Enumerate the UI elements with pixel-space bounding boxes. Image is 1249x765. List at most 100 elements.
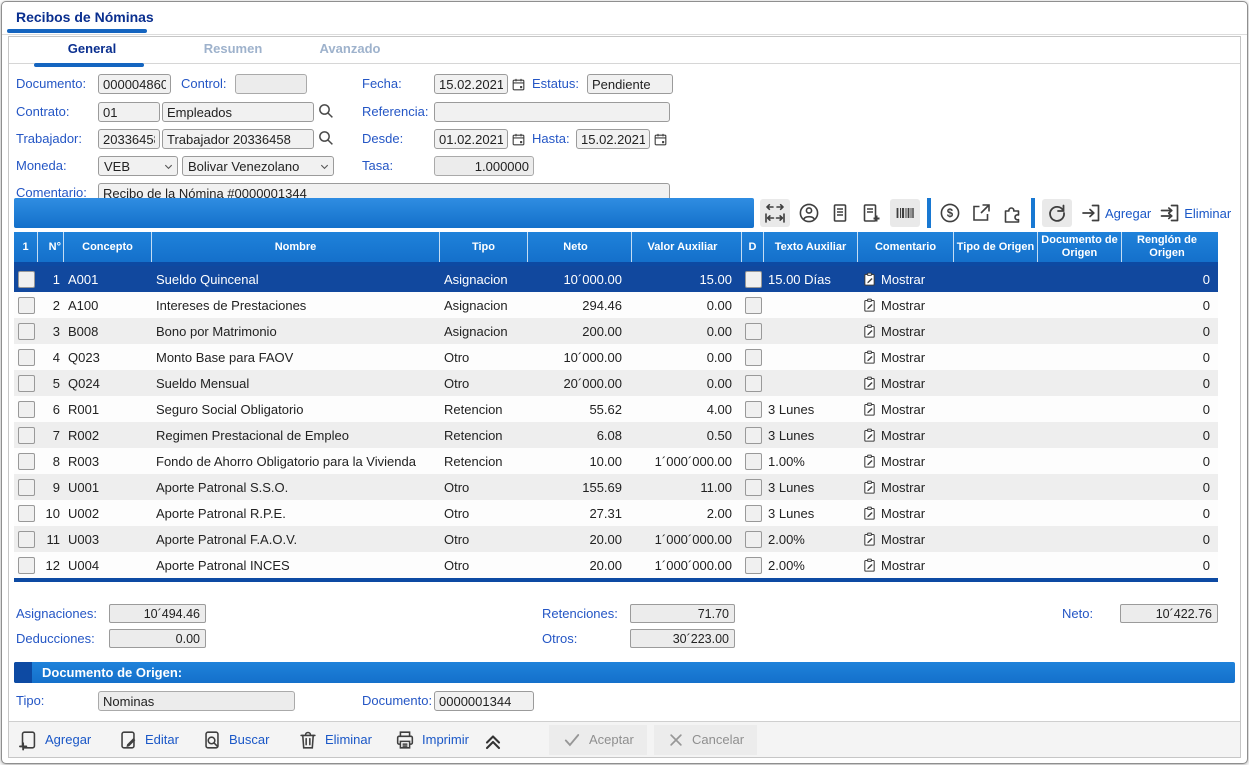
trabajador-code-field[interactable] [98,129,160,149]
d-checkbox[interactable] [745,505,762,522]
tasa-field[interactable] [434,156,534,176]
refresh-icon[interactable] [1042,199,1072,227]
table-row[interactable]: 3B008Bono por MatrimonioAsignacion200.00… [14,318,1218,344]
mostrar-link[interactable]: Mostrar [881,350,925,365]
row-select-checkbox[interactable] [18,401,35,418]
col-header-comentario[interactable]: Comentario [858,232,954,262]
col-header-neto[interactable]: Neto [528,232,632,262]
col-header-n[interactable]: N° [38,232,64,262]
eliminar-button[interactable]: Eliminar [297,722,372,757]
external-link-icon[interactable] [969,201,993,225]
row-select-checkbox[interactable] [18,557,35,574]
row-select-checkbox[interactable] [18,297,35,314]
fecha-field[interactable] [434,74,508,94]
referencia-field[interactable] [434,102,670,122]
collapse-button[interactable] [481,722,505,757]
origen-documento-field[interactable] [434,691,534,711]
col-header-renglon-origen[interactable]: Renglón de Origen [1122,232,1218,262]
table-row[interactable]: 2A100Intereses de PrestacionesAsignacion… [14,292,1218,318]
d-checkbox[interactable] [745,297,762,314]
table-row[interactable]: 11U003Aporte Patronal F.A.O.V.Otro20.001… [14,526,1218,552]
origen-tipo-field[interactable] [98,691,295,711]
worker-icon[interactable] [797,201,821,225]
d-checkbox[interactable] [745,479,762,496]
agregar-button[interactable]: Agregar [17,722,91,757]
desde-field[interactable] [434,129,508,149]
mostrar-link[interactable]: Mostrar [881,454,925,469]
table-row[interactable]: 10U002Aporte Patronal R.P.E.Otro27.312.0… [14,500,1218,526]
mostrar-link[interactable]: Mostrar [881,506,925,521]
tab-avanzado[interactable]: Avanzado [295,41,405,56]
col-header-select[interactable]: 1 [14,232,38,262]
contrato-name-field[interactable] [162,102,314,122]
hasta-field[interactable] [576,129,650,149]
d-checkbox[interactable] [745,375,762,392]
col-header-nombre[interactable]: Nombre [152,232,440,262]
mostrar-link[interactable]: Mostrar [881,428,925,443]
col-header-d[interactable]: D [742,232,764,262]
mostrar-link[interactable]: Mostrar [881,376,925,391]
d-checkbox[interactable] [745,557,762,574]
d-checkbox[interactable] [745,453,762,470]
table-row[interactable]: 8R003Fondo de Ahorro Obligatorio para la… [14,448,1218,474]
fecha-calendar-icon[interactable] [511,76,526,92]
table-row[interactable]: 9U001Aporte Patronal S.S.O.Otro155.6911.… [14,474,1218,500]
estatus-field[interactable] [587,74,673,94]
table-row[interactable]: 6R001Seguro Social ObligatorioRetencion5… [14,396,1218,422]
grid-add-button[interactable]: Agregar [1079,201,1151,225]
row-select-checkbox[interactable] [18,479,35,496]
mostrar-link[interactable]: Mostrar [881,480,925,495]
col-header-tipo[interactable]: Tipo [440,232,528,262]
mostrar-link[interactable]: Mostrar [881,402,925,417]
row-select-checkbox[interactable] [18,427,35,444]
plugin-icon[interactable] [1000,201,1024,225]
d-checkbox[interactable] [745,271,762,288]
document-icon[interactable] [828,201,852,225]
contrato-code-field[interactable] [98,102,160,122]
control-field[interactable] [235,74,307,94]
fit-columns-icon[interactable] [760,199,790,227]
hasta-calendar-icon[interactable] [653,131,668,147]
row-select-checkbox[interactable] [18,349,35,366]
table-row[interactable]: 12U004Aporte Patronal INCESOtro20.001´00… [14,552,1218,578]
moneda-name-select[interactable]: Bolivar Venezolano [182,156,334,176]
trabajador-name-field[interactable] [162,129,314,149]
d-checkbox[interactable] [745,401,762,418]
mostrar-link[interactable]: Mostrar [881,298,925,313]
mostrar-link[interactable]: Mostrar [881,532,925,547]
tab-general[interactable]: General [37,41,147,56]
desde-calendar-icon[interactable] [511,131,526,147]
row-select-checkbox[interactable] [18,375,35,392]
barcode-icon[interactable] [890,199,920,227]
tab-resumen[interactable]: Resumen [178,41,288,56]
d-checkbox[interactable] [745,531,762,548]
buscar-button[interactable]: Buscar [201,722,269,757]
row-select-checkbox[interactable] [18,323,35,340]
row-select-checkbox[interactable] [18,453,35,470]
grid-delete-button[interactable]: Eliminar [1158,201,1231,225]
row-select-checkbox[interactable] [18,505,35,522]
aceptar-button[interactable]: Aceptar [549,722,647,757]
table-row[interactable]: 1A001Sueldo QuincenalAsignacion10´000.00… [14,266,1218,292]
d-checkbox[interactable] [745,427,762,444]
col-header-tipo-origen[interactable]: Tipo de Origen [954,232,1038,262]
contrato-search-icon[interactable] [317,102,335,120]
col-header-documento-origen[interactable]: Documento de Origen [1038,232,1122,262]
documento-field[interactable] [98,74,171,94]
table-row[interactable]: 4Q023Monto Base para FAOVOtro10´000.000.… [14,344,1218,370]
mostrar-link[interactable]: Mostrar [881,272,925,287]
moneda-code-select[interactable]: VEB [98,156,178,176]
row-select-checkbox[interactable] [18,531,35,548]
col-header-concepto[interactable]: Concepto [64,232,152,262]
d-checkbox[interactable] [745,323,762,340]
editar-button[interactable]: Editar [117,722,179,757]
col-header-valor-auxiliar[interactable]: Valor Auxiliar [632,232,742,262]
document-add-icon[interactable] [859,201,883,225]
row-select-checkbox[interactable] [18,271,35,288]
mostrar-link[interactable]: Mostrar [881,558,925,573]
currency-icon[interactable]: $ [938,201,962,225]
d-checkbox[interactable] [745,349,762,366]
table-row[interactable]: 5Q024Sueldo MensualOtro20´000.000.00Most… [14,370,1218,396]
table-row[interactable]: 7R002Regimen Prestacional de EmpleoReten… [14,422,1218,448]
mostrar-link[interactable]: Mostrar [881,324,925,339]
